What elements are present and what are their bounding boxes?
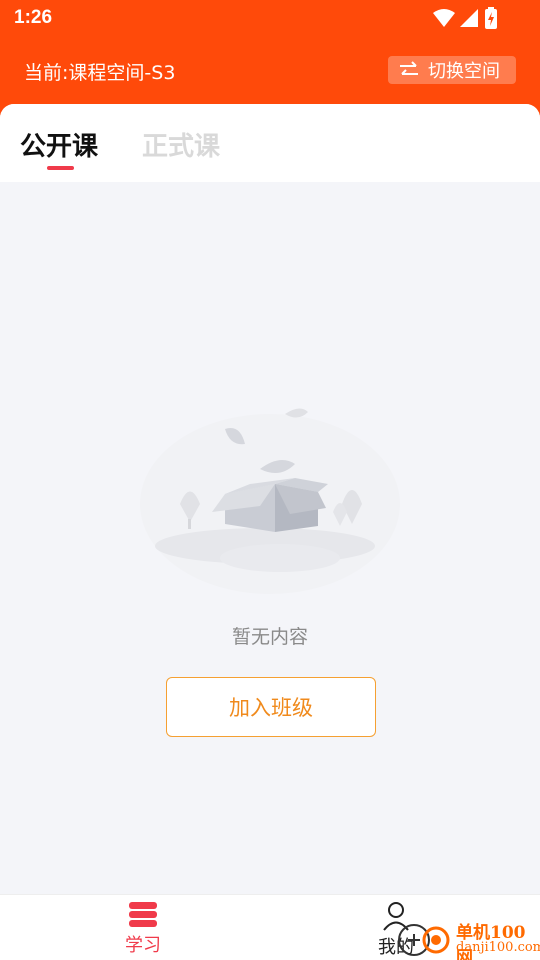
status-time: 1:26	[14, 7, 53, 28]
status-icons	[432, 7, 502, 29]
content-sheet: 公开课 正式课 暂无内容 加入班级	[0, 104, 540, 894]
nav-item-study[interactable]: 学习	[83, 901, 203, 957]
watermark-url: danji100.com	[456, 940, 540, 955]
join-class-button[interactable]: 加入班级	[166, 677, 376, 737]
tab-bar: 公开课 正式课	[0, 104, 540, 182]
swap-icon	[400, 61, 418, 75]
tab-indicator	[47, 166, 74, 170]
nav-label-study: 学习	[125, 935, 161, 956]
empty-box-illustration	[140, 408, 400, 594]
tab-public-course[interactable]: 公开课	[20, 126, 98, 163]
status-bar: 1:26	[0, 0, 540, 36]
study-icon	[129, 902, 157, 927]
switch-space-label: 切换空间	[428, 61, 500, 82]
wifi-icon	[433, 9, 455, 27]
empty-message: 暂无内容	[231, 626, 308, 648]
watermark: 单机100网 danji100.com	[394, 916, 540, 960]
tab-formal-course[interactable]: 正式课	[142, 126, 220, 163]
signal-icon	[460, 9, 478, 27]
current-space-label: 当前:课程空间-S3	[24, 62, 176, 84]
battery-icon	[485, 7, 497, 29]
watermark-logo-icon	[398, 924, 450, 956]
switch-space-button[interactable]: 切换空间	[388, 56, 516, 84]
